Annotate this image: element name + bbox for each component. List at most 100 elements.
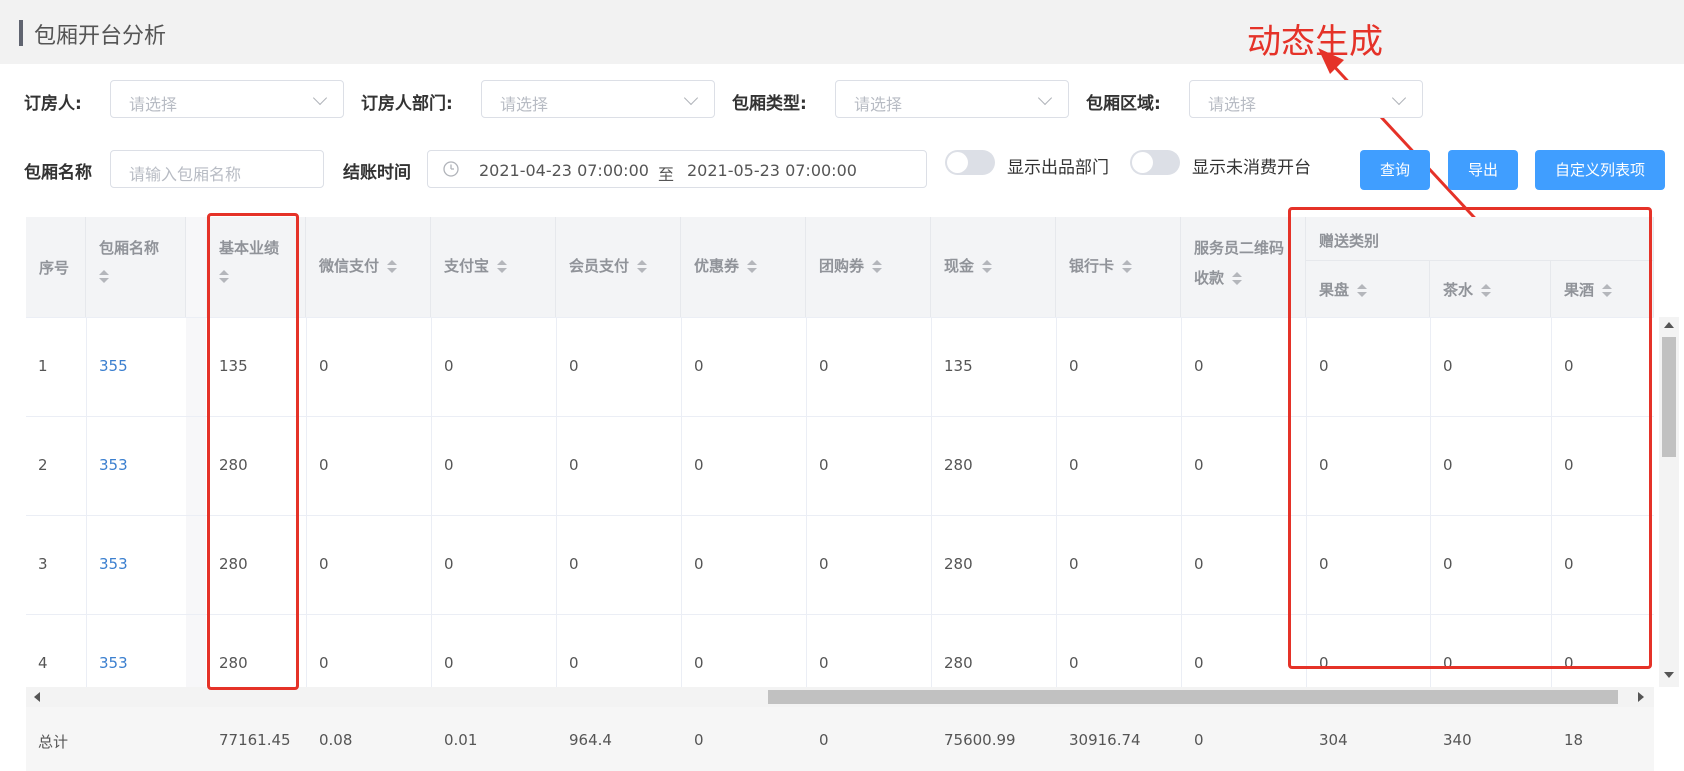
sort-icon[interactable] — [1122, 259, 1133, 274]
header-coupon[interactable]: 优惠券 — [681, 217, 806, 317]
booker-dept-select[interactable]: 请选择 — [481, 80, 715, 118]
header-wechat-label: 微信支付 — [319, 257, 380, 275]
cell-wine: 0 — [1564, 456, 1574, 474]
header-gift-group: 赠送类别 — [1306, 217, 1654, 260]
total-cash: 75600.99 — [944, 731, 1016, 749]
sort-icon[interactable] — [219, 270, 229, 284]
total-coupon: 0 — [694, 731, 704, 749]
cell-member: 0 — [569, 456, 579, 474]
header-cash[interactable]: 现金 — [931, 217, 1056, 317]
show-dept-label: 显示出品部门 — [1007, 158, 1109, 178]
header-waiter-qr-label-2: 收款 — [1194, 269, 1225, 287]
cell-wechat: 0 — [319, 357, 329, 375]
cell-fruit: 0 — [1319, 456, 1329, 474]
cell-room[interactable]: 353 — [99, 654, 128, 672]
cell-group: 0 — [819, 357, 829, 375]
cell-alipay: 0 — [444, 654, 454, 672]
sort-icon[interactable] — [747, 259, 758, 274]
room-name-input[interactable]: 请输入包厢名称 — [110, 150, 324, 188]
sort-icon[interactable] — [1357, 283, 1368, 298]
col-divider — [1551, 317, 1552, 691]
room-type-select[interactable]: 请选择 — [835, 80, 1069, 118]
cell-room[interactable]: 353 — [99, 456, 128, 474]
header-base[interactable]: 基本业绩 — [206, 217, 306, 317]
header-group[interactable]: 团购券 — [806, 217, 931, 317]
sort-icon[interactable] — [497, 259, 508, 274]
show-dept-toggle[interactable] — [945, 150, 995, 175]
total-member: 964.4 — [569, 731, 612, 749]
horizontal-scrollbar[interactable] — [26, 687, 1654, 707]
header-tea[interactable]: 茶水 — [1430, 260, 1551, 317]
room-area-label: 包厢区域: — [1086, 94, 1161, 114]
total-base: 77161.45 — [219, 731, 291, 749]
horizontal-scroll-thumb[interactable] — [768, 690, 1618, 704]
cell-group: 0 — [819, 654, 829, 672]
chevron-down-icon — [1037, 90, 1053, 106]
scroll-right-icon[interactable] — [1638, 692, 1644, 702]
header-member[interactable]: 会员支付 — [556, 217, 681, 317]
cell-wechat: 0 — [319, 456, 329, 474]
total-wine: 18 — [1564, 731, 1584, 749]
data-table: 序号 包厢名称 基本业绩 微信支付 支付宝 会员支付 优惠券 团购券 现金 银行… — [26, 217, 1682, 771]
date-end[interactable]: 2021-05-23 07:00:00 — [687, 161, 857, 180]
date-start[interactable]: 2021-04-23 07:00:00 — [479, 161, 649, 180]
col-divider — [681, 317, 682, 691]
checkout-date-range[interactable]: 2021-04-23 07:00:00 至 2021-05-23 07:00:0… — [427, 150, 927, 188]
cell-coupon: 0 — [694, 555, 704, 573]
header-fruit[interactable]: 果盘 — [1306, 260, 1430, 317]
header-bank[interactable]: 银行卡 — [1056, 217, 1181, 317]
sort-icon[interactable] — [1232, 271, 1243, 286]
header-wechat[interactable]: 微信支付 — [306, 217, 431, 317]
header-room-name[interactable]: 包厢名称 — [86, 217, 186, 317]
cell-base: 280 — [219, 654, 248, 672]
header-alipay-label: 支付宝 — [444, 257, 490, 275]
cell-room[interactable]: 353 — [99, 555, 128, 573]
header-waiter-qr[interactable]: 服务员二维码 收款 — [1181, 217, 1306, 317]
total-label: 总计 — [38, 733, 69, 751]
sort-icon[interactable] — [637, 259, 648, 274]
header-base-label: 基本业绩 — [219, 239, 280, 257]
total-alipay: 0.01 — [444, 731, 478, 749]
sort-icon[interactable] — [872, 259, 883, 274]
cell-alipay: 0 — [444, 357, 454, 375]
scroll-left-icon[interactable] — [34, 692, 40, 702]
header-wine[interactable]: 果酒 — [1551, 260, 1654, 317]
scroll-down-icon[interactable] — [1664, 672, 1674, 678]
header-group-label: 团购券 — [819, 257, 865, 275]
room-area-select-placeholder: 请选择 — [1208, 95, 1257, 114]
vertical-scroll-thumb[interactable] — [1662, 337, 1676, 457]
room-area-select[interactable]: 请选择 — [1189, 80, 1423, 118]
cell-wechat: 0 — [319, 654, 329, 672]
sort-icon[interactable] — [1481, 283, 1492, 298]
header-coupon-label: 优惠券 — [694, 257, 740, 275]
sort-icon[interactable] — [982, 259, 993, 274]
booker-select[interactable]: 请选择 — [110, 80, 344, 118]
scroll-up-icon[interactable] — [1664, 322, 1674, 328]
cell-group: 0 — [819, 555, 829, 573]
cell-base: 280 — [219, 555, 248, 573]
custom-columns-button[interactable]: 自定义列表项 — [1535, 150, 1665, 190]
sort-icon[interactable] — [387, 259, 398, 274]
vertical-scrollbar[interactable] — [1659, 317, 1679, 687]
header-index-label: 序号 — [39, 259, 70, 277]
show-unconsumed-label: 显示未消费开台 — [1192, 158, 1311, 178]
room-name-input-placeholder: 请输入包厢名称 — [129, 165, 242, 184]
cell-room[interactable]: 355 — [99, 357, 128, 375]
room-type-select-placeholder: 请选择 — [854, 95, 903, 114]
sort-icon[interactable] — [1602, 283, 1613, 298]
col-divider — [806, 317, 807, 691]
header-index: 序号 — [26, 217, 86, 317]
header-gift-group-label: 赠送类别 — [1319, 232, 1380, 250]
show-unconsumed-toggle[interactable] — [1130, 150, 1180, 175]
header-waiter-qr-label-1: 服务员二维码 — [1194, 239, 1285, 257]
cell-cash: 280 — [944, 456, 973, 474]
header-wine-label: 果酒 — [1564, 281, 1595, 299]
col-divider — [1181, 317, 1182, 691]
cell-member: 0 — [569, 654, 579, 672]
header-alipay[interactable]: 支付宝 — [431, 217, 556, 317]
page-title: 包厢开台分析 — [34, 24, 167, 49]
export-button[interactable]: 导出 — [1448, 150, 1518, 190]
sort-icon[interactable] — [99, 270, 109, 284]
query-button[interactable]: 查询 — [1360, 150, 1430, 190]
total-wechat: 0.08 — [319, 731, 353, 749]
